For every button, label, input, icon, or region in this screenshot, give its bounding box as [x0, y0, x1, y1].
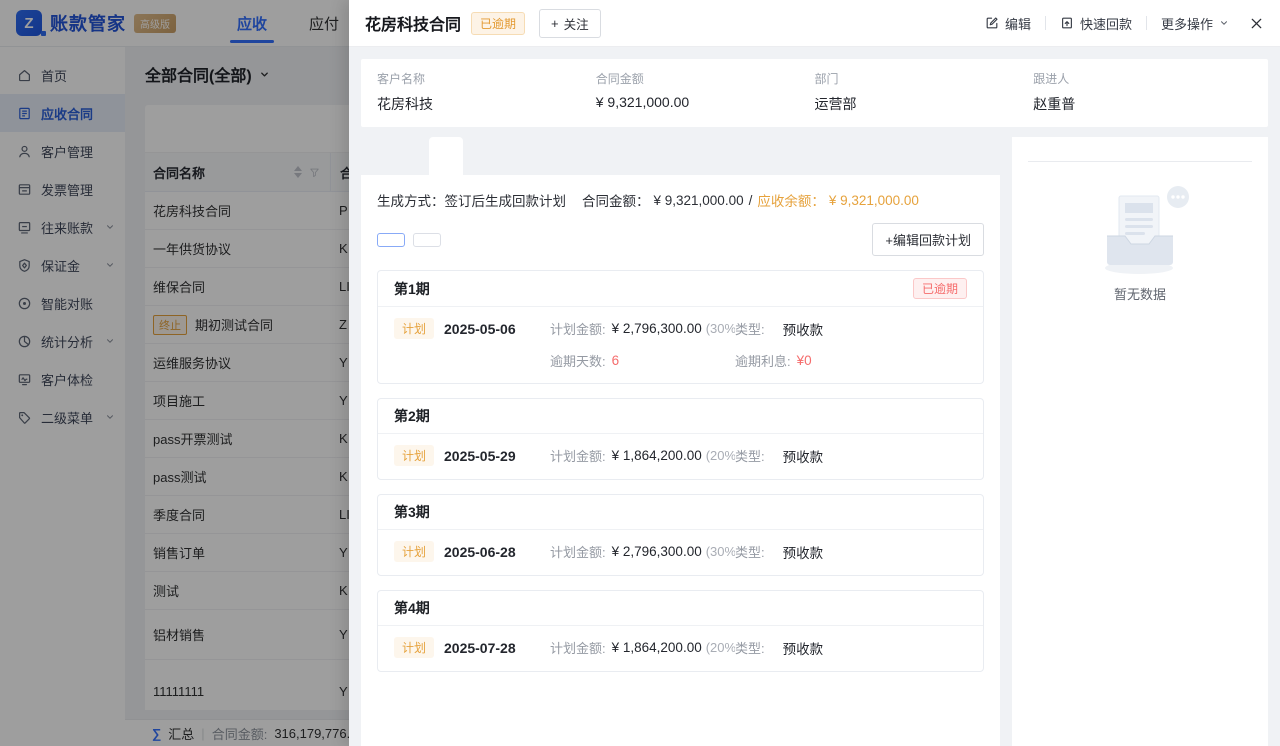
- period-header: 第1期 已逾期: [378, 271, 983, 307]
- period-card: 第1期 已逾期 计划 2025-05-06 计划金额: ¥ 2,796,300.…: [377, 270, 984, 384]
- quick-payment-button[interactable]: 快速回款: [1060, 14, 1132, 33]
- drawer-tab[interactable]: [463, 137, 497, 175]
- empty-illustration: [1081, 184, 1199, 276]
- period-header: 第2期: [378, 399, 983, 434]
- quick-payment-icon: [1060, 16, 1074, 30]
- toggle-button[interactable]: [413, 233, 441, 247]
- plan-date: 2025-05-06: [444, 321, 550, 337]
- info-value: 运营部: [815, 94, 1034, 114]
- edit-plan-button[interactable]: +编辑回款计划: [872, 223, 984, 256]
- follow-label: 关注: [564, 14, 589, 33]
- generation-value: 签订后生成回款计划: [445, 190, 567, 210]
- more-actions-button[interactable]: 更多操作: [1161, 14, 1229, 33]
- plus-icon: +: [551, 17, 559, 30]
- separator: /: [749, 193, 753, 208]
- plan-date: 2025-05-29: [444, 448, 550, 464]
- plan-date: 2025-07-28: [444, 640, 550, 656]
- plan-type-cell: 类型: 预收款: [735, 542, 967, 562]
- period-body: 计划 2025-05-06 计划金额: ¥ 2,796,300.00 (30%)…: [378, 307, 983, 383]
- plan-tag: 计划: [394, 541, 434, 562]
- contract-info-card: 客户名称 花房科技 合同金额 ¥ 9,321,000.00 部门 运营部 跟进人…: [361, 59, 1268, 127]
- drawer-header: 花房科技合同 已逾期 + 关注 编辑 快速回款: [349, 0, 1280, 47]
- contract-amount-label: 合同金额：: [582, 190, 650, 210]
- period-card: 第4期 计划 2025-07-28 计划金额: ¥ 1,864,200.00 (…: [377, 590, 984, 672]
- overdue-badge: 已逾期: [913, 278, 967, 299]
- plan-type-cell: 类型: 预收款: [735, 638, 967, 658]
- divider: [1146, 16, 1147, 30]
- period-header: 第3期: [378, 495, 983, 530]
- info-label: 客户名称: [377, 70, 596, 87]
- empty-state: 暂无数据: [1028, 184, 1252, 303]
- plan-type-cell: 类型: 预收款: [735, 446, 967, 466]
- more-actions-label: 更多操作: [1161, 14, 1213, 33]
- period-title: 第1期: [394, 279, 430, 299]
- period-card: 第2期 计划 2025-05-29 计划金额: ¥ 1,864,200.00 (…: [377, 398, 984, 480]
- drawer-tab[interactable]: [361, 137, 395, 175]
- plan-meta-line: 生成方式： 签订后生成回款计划 合同金额： ¥ 9,321,000.00 / 应…: [377, 190, 984, 210]
- chevron-down-icon: [1219, 18, 1229, 28]
- info-label: 合同金额: [596, 70, 815, 87]
- plan-tag: 计划: [394, 318, 434, 339]
- drawer-body: 客户名称 花房科技 合同金额 ¥ 9,321,000.00 部门 运营部 跟进人…: [349, 47, 1280, 746]
- divider: [1045, 16, 1046, 30]
- plan-date: 2025-06-28: [444, 544, 550, 560]
- info-field: 跟进人 赵重普: [1033, 70, 1252, 114]
- period-body: 计划 2025-07-28 计划金额: ¥ 1,864,200.00 (20%)…: [378, 626, 983, 671]
- info-field: 合同金额 ¥ 9,321,000.00: [596, 70, 815, 114]
- info-label: 部门: [815, 70, 1034, 87]
- drawer-tab[interactable]: [429, 137, 463, 175]
- plan-amount-cell: 计划金额: ¥ 2,796,300.00 (30%): [550, 542, 735, 561]
- period-card: 第3期 计划 2025-06-28 计划金额: ¥ 2,796,300.00 (…: [377, 494, 984, 576]
- receivable-balance-label: 应收余额：: [757, 190, 825, 210]
- info-value: 赵重普: [1033, 94, 1252, 114]
- info-field: 部门 运营部: [815, 70, 1034, 114]
- toggle-button[interactable]: [377, 233, 405, 247]
- plan-tag: 计划: [394, 637, 434, 658]
- period-header: 第4期: [378, 591, 983, 626]
- edit-label: 编辑: [1005, 14, 1031, 33]
- period-body: 计划 2025-05-29 计划金额: ¥ 1,864,200.00 (20%)…: [378, 434, 983, 479]
- drawer-tab[interactable]: [395, 137, 429, 175]
- period-title: 第3期: [394, 502, 430, 522]
- side-panel-tabs: [1028, 137, 1252, 162]
- side-panel: 暂无数据: [1012, 137, 1268, 746]
- info-value: ¥ 9,321,000.00: [596, 94, 815, 110]
- period-list: 第1期 已逾期 计划 2025-05-06 计划金额: ¥ 2,796,300.…: [377, 270, 984, 672]
- contract-amount-value: ¥ 9,321,000.00: [654, 193, 744, 208]
- info-field: 客户名称 花房科技: [377, 70, 596, 114]
- plan-amount-cell: 计划金额: ¥ 1,864,200.00 (20%): [550, 446, 735, 465]
- receivable-balance-value: ¥ 9,321,000.00: [829, 193, 919, 208]
- close-icon[interactable]: [1249, 16, 1264, 31]
- drawer-actions: 编辑 快速回款 更多操作: [985, 14, 1264, 33]
- drawer-tab[interactable]: [497, 137, 531, 175]
- overdue-days-cell: 逾期天数: 6: [550, 351, 735, 370]
- contract-detail-drawer: 花房科技合同 已逾期 + 关注 编辑 快速回款: [349, 0, 1280, 746]
- generation-label: 生成方式：: [377, 190, 445, 210]
- info-label: 跟进人: [1033, 70, 1252, 87]
- drawer-tab-bar: [361, 137, 1000, 175]
- period-title: 第4期: [394, 598, 430, 618]
- empty-text: 暂无数据: [1114, 284, 1166, 303]
- plan-type-cell: 类型: 预收款: [735, 319, 967, 339]
- plan-amount-cell: 计划金额: ¥ 2,796,300.00 (30%): [550, 319, 735, 338]
- follow-button[interactable]: + 关注: [539, 9, 601, 38]
- edit-icon: [985, 16, 999, 30]
- quick-payment-label: 快速回款: [1080, 14, 1132, 33]
- period-title: 第2期: [394, 406, 430, 426]
- drawer-tab[interactable]: [531, 137, 565, 175]
- plan-amount-cell: 计划金额: ¥ 1,864,200.00 (20%): [550, 638, 735, 657]
- overdue-interest-cell: 逾期利息: ¥0: [735, 351, 967, 370]
- overdue-status-badge: 已逾期: [471, 12, 525, 35]
- screen: Z 账款管家 高级版 应收 应付 核算 首页 应收合同 客户管理 发票管理 往来…: [0, 0, 1280, 746]
- period-body: 计划 2025-06-28 计划金额: ¥ 2,796,300.00 (30%)…: [378, 530, 983, 575]
- payment-panel: 生成方式： 签订后生成回款计划 合同金额： ¥ 9,321,000.00 / 应…: [361, 175, 1000, 746]
- plan-tag: 计划: [394, 445, 434, 466]
- edit-button[interactable]: 编辑: [985, 14, 1031, 33]
- plan-toggle-row: +编辑回款计划: [377, 223, 984, 256]
- info-value: 花房科技: [377, 94, 596, 114]
- drawer-title: 花房科技合同: [365, 11, 461, 35]
